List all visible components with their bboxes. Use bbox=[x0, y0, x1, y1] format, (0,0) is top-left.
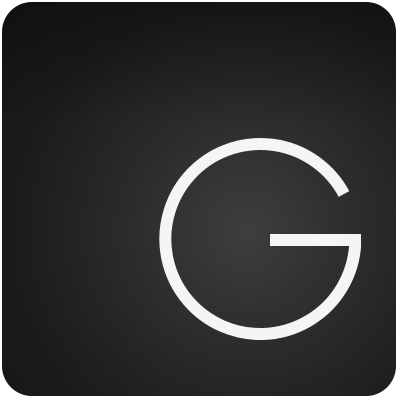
letter-g-glyph bbox=[159, 138, 361, 340]
canvas bbox=[0, 0, 400, 400]
app-icon[interactable] bbox=[2, 2, 396, 396]
